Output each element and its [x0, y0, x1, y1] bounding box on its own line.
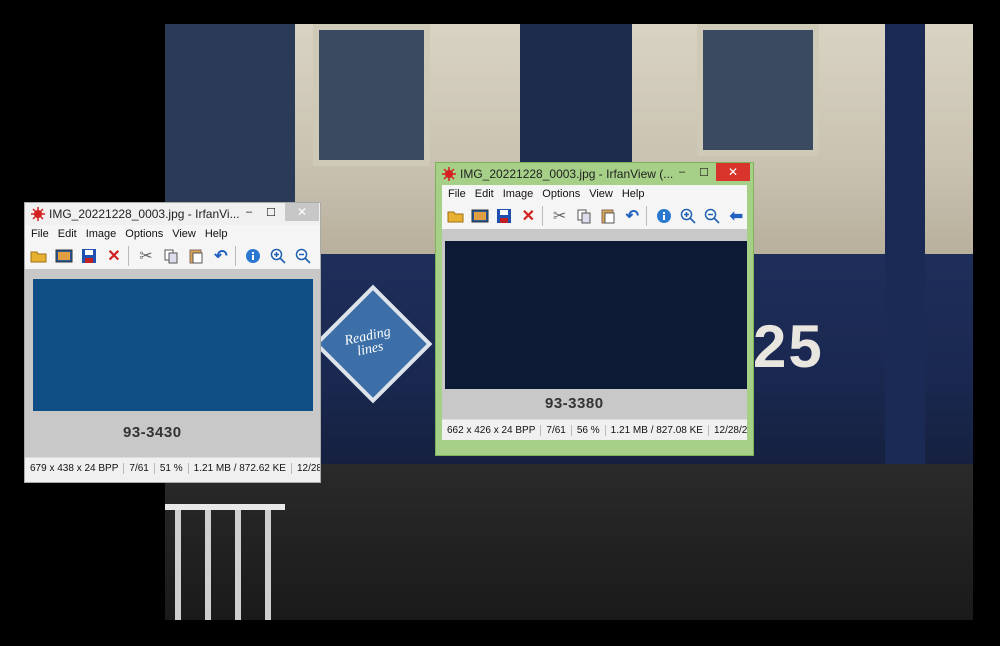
car-number: 25: [753, 313, 824, 380]
paste-icon[interactable]: [597, 205, 618, 227]
window-title: IMG_20221228_0003.jpg - IrfanVi...: [49, 207, 240, 221]
status-dimensions: 679 x 438 x 24 BPP: [25, 462, 125, 474]
save-icon[interactable]: [78, 245, 100, 267]
menu-bar: File Edit Image Options View Help: [25, 225, 320, 243]
open-folder-icon[interactable]: [445, 205, 466, 227]
status-index: 7/61: [124, 462, 155, 474]
slideshow-icon[interactable]: [53, 245, 75, 267]
menu-options[interactable]: Options: [542, 188, 580, 200]
menu-view[interactable]: View: [589, 188, 613, 200]
status-zoom: 51 %: [155, 462, 189, 474]
title-bar[interactable]: IMG_20221228_0003.jpg - IrfanView (... –…: [436, 163, 753, 185]
copy-icon[interactable]: [160, 245, 182, 267]
fence-post: [175, 510, 181, 620]
toolbar-separator: [128, 246, 129, 266]
open-folder-icon[interactable]: [28, 245, 50, 267]
menu-bar: File Edit Image Options View Help: [442, 185, 747, 203]
status-date: 12/28: [296, 462, 320, 474]
close-button[interactable]: ✕: [716, 163, 750, 181]
client-area: File Edit Image Options View Help ✕ ✂ ↶ …: [442, 185, 747, 440]
menu-view[interactable]: View: [172, 228, 196, 240]
zoom-in-icon[interactable]: [267, 245, 289, 267]
undo-icon[interactable]: ↶: [622, 205, 643, 227]
close-button[interactable]: ✕: [285, 203, 319, 221]
toolbar: ✕ ✂ ↶: [25, 243, 320, 269]
fence-post: [265, 510, 271, 620]
toolbar-separator: [542, 206, 543, 226]
image-view[interactable]: 93-3380: [442, 229, 747, 419]
menu-help[interactable]: Help: [622, 188, 645, 200]
menu-edit[interactable]: Edit: [58, 228, 77, 240]
info-icon[interactable]: [242, 245, 264, 267]
status-bar: 662 x 426 x 24 BPP 7/61 56 % 1.21 MB / 8…: [442, 419, 747, 440]
menu-options[interactable]: Options: [125, 228, 163, 240]
toolbar: ✕ ✂ ↶ ⬅: [442, 203, 747, 229]
fence-post: [235, 510, 241, 620]
copy-icon[interactable]: [573, 205, 594, 227]
toolbar-separator: [235, 246, 236, 266]
window-title: IMG_20221228_0003.jpg - IrfanView (...: [460, 167, 674, 181]
menu-edit[interactable]: Edit: [475, 188, 494, 200]
menu-help[interactable]: Help: [205, 228, 228, 240]
menu-image[interactable]: Image: [86, 228, 117, 240]
maximize-button[interactable]: ☐: [261, 203, 281, 221]
minimize-button[interactable]: –: [672, 163, 692, 181]
slideshow-icon[interactable]: [469, 205, 490, 227]
swatch-label: 93-3380: [545, 395, 604, 412]
status-zoom: 56 %: [572, 424, 606, 436]
zoom-out-icon[interactable]: [292, 245, 314, 267]
railcar-window: [697, 24, 819, 156]
color-swatch: [33, 279, 313, 411]
swatch-label: 93-3430: [123, 424, 182, 441]
irfanview-app-icon: [31, 207, 45, 221]
minimize-button[interactable]: –: [239, 203, 259, 221]
cut-icon[interactable]: ✂: [135, 245, 157, 267]
menu-image[interactable]: Image: [503, 188, 534, 200]
status-bar: 679 x 438 x 24 BPP 7/61 51 % 1.21 MB / 8…: [25, 457, 320, 478]
image-view[interactable]: 93-3430: [25, 269, 320, 457]
fence-post: [205, 510, 211, 620]
color-swatch: [445, 241, 747, 389]
status-index: 7/61: [541, 424, 572, 436]
irfanview-window-right[interactable]: IMG_20221228_0003.jpg - IrfanView (... –…: [435, 162, 754, 456]
paste-icon[interactable]: [185, 245, 207, 267]
zoom-out-icon[interactable]: [701, 205, 722, 227]
status-dimensions: 662 x 426 x 24 BPP: [442, 424, 542, 436]
railcar-pillar: [885, 24, 925, 464]
irfanview-window-left[interactable]: IMG_20221228_0003.jpg - IrfanVi... – ☐ ✕…: [24, 202, 321, 483]
toolbar-separator: [645, 206, 647, 226]
save-icon[interactable]: [494, 205, 515, 227]
info-icon[interactable]: [653, 205, 674, 227]
title-bar[interactable]: IMG_20221228_0003.jpg - IrfanVi... – ☐ ✕: [25, 203, 320, 225]
maximize-button[interactable]: ☐: [694, 163, 714, 181]
railcar-undercarriage: [165, 464, 973, 620]
menu-file[interactable]: File: [31, 228, 49, 240]
status-filesize: 1.21 MB / 827.08 KE: [606, 424, 709, 436]
status-filesize: 1.21 MB / 872.62 KE: [189, 462, 292, 474]
back-arrow-icon[interactable]: ⬅: [726, 205, 747, 227]
railcar-window: [313, 24, 430, 166]
cut-icon[interactable]: ✂: [549, 205, 570, 227]
status-date: 12/28/2022: [713, 424, 747, 436]
menu-file[interactable]: File: [448, 188, 466, 200]
delete-icon[interactable]: ✕: [518, 205, 539, 227]
zoom-in-icon[interactable]: [677, 205, 698, 227]
undo-icon[interactable]: ↶: [210, 245, 232, 267]
irfanview-app-icon: [442, 167, 456, 181]
delete-icon[interactable]: ✕: [103, 245, 125, 267]
